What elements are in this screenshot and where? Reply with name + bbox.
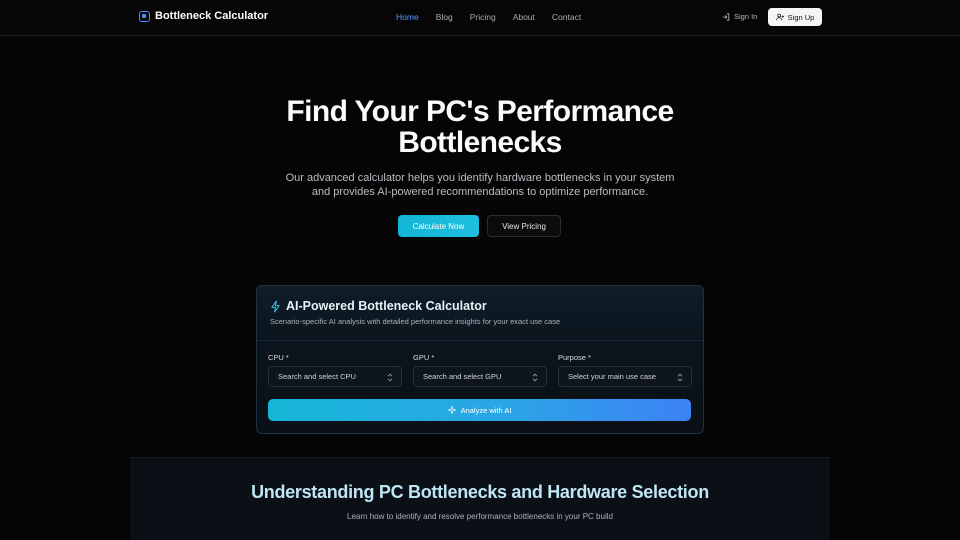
calculate-now-button[interactable]: Calculate Now <box>398 215 479 237</box>
gpu-label: GPU * <box>413 353 435 362</box>
sign-up-button[interactable]: Sign Up <box>768 8 822 26</box>
hero-title: Find Your PC's Performance Bottlenecks <box>0 96 960 158</box>
analyze-with-ai-button[interactable]: Analyze with AI <box>268 399 691 421</box>
view-pricing-button[interactable]: View Pricing <box>487 215 561 237</box>
chevron-up-down-icon <box>532 373 538 382</box>
nav-blog[interactable]: Blog <box>436 12 453 22</box>
lightning-bolt-icon <box>271 299 280 313</box>
chevron-up-down-icon <box>677 373 683 382</box>
calculator-title: AI-Powered Bottleneck Calculator <box>270 299 487 313</box>
brand-name: Bottleneck Calculator <box>155 10 269 22</box>
section-title: Understanding PC Bottlenecks and Hardwar… <box>251 482 709 502</box>
calculator-description: Scenario-specific AI analysis with detai… <box>270 317 561 326</box>
top-nav-bar: Bottleneck Calculator Home Blog Pricing … <box>0 0 960 36</box>
sign-in-link[interactable]: Sign In <box>722 12 757 21</box>
sparkle-icon <box>447 406 456 414</box>
cpu-label: CPU * <box>268 353 289 362</box>
cpu-select[interactable]: Search and select CPU <box>268 366 402 387</box>
analyze-button-label: Analyze with AI <box>460 405 512 415</box>
purpose-select[interactable]: Select your main use case <box>558 366 692 387</box>
nav-about[interactable]: About <box>513 12 535 22</box>
chevron-up-down-icon <box>387 373 393 382</box>
log-in-icon <box>722 12 730 21</box>
cpu-chip-icon <box>139 10 150 22</box>
brand-logo[interactable]: Bottleneck Calculator <box>139 10 268 22</box>
main-nav: Home Blog Pricing About Contact <box>396 12 598 22</box>
purpose-select-placeholder: Select your main use case <box>568 372 656 381</box>
gpu-select[interactable]: Search and select GPU <box>413 366 547 387</box>
nav-home[interactable]: Home <box>396 12 419 22</box>
hero-title-line-2: Bottlenecks <box>398 126 562 159</box>
sign-up-label: Sign Up <box>787 12 815 22</box>
nav-contact[interactable]: Contact <box>552 12 581 22</box>
user-plus-icon <box>775 13 784 21</box>
hero-subtitle-line-2: and provides AI-powered recommendations … <box>311 186 649 198</box>
cpu-select-placeholder: Search and select CPU <box>278 372 356 381</box>
hero-subtitle-line-1: Our advanced calculator helps you identi… <box>285 172 675 184</box>
sign-in-label: Sign In <box>734 12 758 21</box>
hero-title-line-1: Find Your PC's Performance <box>286 95 674 128</box>
calculator-card-header: AI-Powered Bottleneck Calculator Scenari… <box>257 286 703 341</box>
section-subtitle: Learn how to identify and resolve perfor… <box>347 512 613 521</box>
calculator-title-text: AI-Powered Bottleneck Calculator <box>286 299 487 313</box>
purpose-label: Purpose * <box>558 353 591 362</box>
gpu-select-placeholder: Search and select GPU <box>423 372 502 381</box>
nav-pricing[interactable]: Pricing <box>470 12 496 22</box>
hero-subtitle: Our advanced calculator helps you identi… <box>0 171 960 199</box>
